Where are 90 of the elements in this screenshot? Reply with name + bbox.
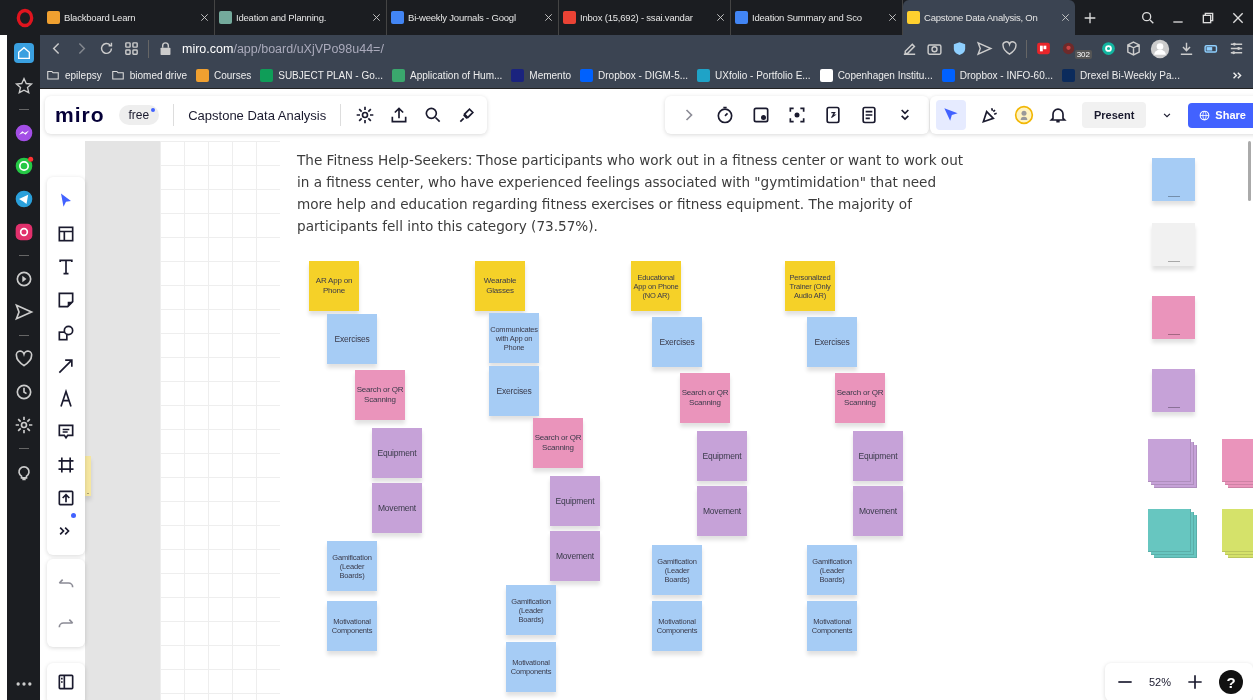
cube-icon[interactable]: [1125, 40, 1142, 57]
sticky-note[interactable]: Search or QR Scanning: [533, 418, 583, 468]
description-text: The Fitness Help-Seekers: Those participants who work out in a fitness center or want to work out in a fitness center, who have experienced feelings associated with "gymtimidation" that need more help and education regarding fitness exercises or fitness equipment. The majority of participants fell into this category (73.57%).: [297, 151, 965, 236]
plan-badge[interactable]: free: [118, 105, 160, 125]
sticky-note[interactable]: Equipment: [372, 428, 422, 478]
bell-icon[interactable]: [1048, 105, 1068, 125]
bookmark[interactable]: SUBJECT PLAN - Go...: [260, 68, 384, 82]
send-icon[interactable]: [13, 302, 34, 322]
comment-icon[interactable]: [56, 422, 76, 442]
upload-icon[interactable]: [56, 488, 76, 508]
focus-icon[interactable]: [787, 105, 807, 125]
cursor-icon[interactable]: [936, 100, 966, 130]
close-icon[interactable]: [715, 12, 726, 23]
telegram-icon[interactable]: [13, 189, 34, 209]
bookmark[interactable]: Courses: [195, 68, 252, 82]
star-icon[interactable]: [13, 76, 34, 96]
sticky-note-stack[interactable]: [1148, 509, 1197, 558]
board-title[interactable]: Capstone Data Analysis: [188, 107, 327, 123]
share-button[interactable]: Share: [1188, 102, 1253, 128]
close-icon[interactable]: [543, 12, 554, 23]
card-icon[interactable]: [751, 105, 771, 125]
sticky-note[interactable]: Movement: [697, 486, 747, 536]
sticky-note[interactable]: Search or QR Scanning: [835, 373, 885, 423]
timer-icon[interactable]: [715, 105, 735, 125]
bookmark[interactable]: epilepsy: [46, 68, 102, 82]
sticky-note[interactable]: Wearable Glasses: [475, 261, 525, 311]
whatsapp-icon[interactable]: [13, 156, 34, 176]
folder-icon: [110, 68, 125, 82]
download-icon[interactable]: [1178, 40, 1195, 57]
sticky-note[interactable]: Exercises: [327, 314, 377, 364]
browser-tab[interactable]: Capstone Data Analysis, On: [903, 0, 1075, 35]
sticky-note[interactable]: Equipment: [853, 431, 903, 481]
heart-icon[interactable]: [13, 349, 34, 369]
opera-logo-icon[interactable]: [15, 7, 35, 28]
bookmark[interactable]: Dropbox - INFO-60...: [941, 68, 1054, 82]
sticky-note[interactable]: Exercises: [807, 317, 857, 367]
settings-icon[interactable]: [1228, 40, 1245, 57]
shapes-icon[interactable]: [56, 323, 76, 343]
extension-badge[interactable]: 302: [1074, 50, 1092, 59]
notes-icon[interactable]: [859, 105, 879, 125]
help-button[interactable]: ?: [1219, 670, 1243, 694]
folder-icon: [46, 68, 60, 82]
globe-icon: [1198, 108, 1212, 122]
avatar-icon[interactable]: [1150, 38, 1170, 59]
miro-logo[interactable]: miro: [55, 103, 105, 127]
grid-icon[interactable]: [123, 40, 140, 57]
extension-icon[interactable]: [1100, 40, 1117, 57]
sticky-note[interactable]: Movement: [853, 486, 903, 536]
layout-icon[interactable]: [56, 224, 76, 244]
settings-icon[interactable]: [355, 105, 376, 125]
bookmark[interactable]: Application of Hum...: [392, 68, 503, 82]
sticky-note[interactable]: Equipment: [550, 476, 600, 526]
sticky-note-icon[interactable]: [56, 290, 76, 310]
extension-icon[interactable]: [1034, 40, 1052, 57]
messenger-icon[interactable]: [13, 123, 34, 143]
sticky-note[interactable]: Exercises: [652, 317, 702, 367]
frame-icon[interactable]: [56, 455, 76, 475]
bookmark[interactable]: biomed drive: [110, 68, 187, 82]
sticky-note[interactable]: Exercises: [489, 366, 539, 416]
arrow-icon[interactable]: [56, 356, 76, 376]
close-icon[interactable]: [371, 12, 382, 23]
reload-icon[interactable]: [98, 40, 115, 57]
send-icon[interactable]: [975, 40, 993, 57]
present-button[interactable]: Present: [1082, 102, 1147, 128]
sticky-note[interactable]: Movement: [372, 483, 422, 533]
close-icon[interactable]: [199, 12, 210, 23]
instagram-icon[interactable]: [13, 222, 34, 242]
sticky-note[interactable]: Equipment: [697, 431, 747, 481]
sticky-note[interactable]: Search or QR Scanning: [355, 370, 405, 420]
bookmark[interactable]: Drexel Bi-Weekly Pa...: [1062, 68, 1180, 82]
sticky-note[interactable]: Movement: [550, 531, 600, 581]
search-icon[interactable]: [1140, 9, 1156, 26]
bookmark[interactable]: Memento: [511, 68, 571, 82]
address-field[interactable]: miro.com/app/board/uXjVPo98u44=/: [182, 41, 893, 56]
close-icon[interactable]: [1060, 12, 1071, 23]
heart-icon[interactable]: [1000, 40, 1018, 57]
home-icon[interactable]: [13, 43, 34, 63]
close-icon[interactable]: [887, 12, 898, 23]
zoom-in-icon[interactable]: [1185, 672, 1205, 692]
text-icon[interactable]: [56, 257, 76, 277]
sticky-note[interactable]: AR App on Phone: [309, 261, 359, 311]
bookmark[interactable]: Dropbox - DIGM-5...: [580, 68, 689, 82]
party-icon[interactable]: [980, 105, 1000, 125]
sticky-note[interactable]: Search or QR Scanning: [680, 373, 730, 423]
upload-icon[interactable]: [389, 105, 410, 125]
bookmark[interactable]: Copenhagen Institu...: [819, 68, 933, 82]
panel-icon[interactable]: [56, 672, 76, 692]
bookmark[interactable]: UXfolio - Portfolio E...: [697, 68, 811, 82]
zoom-level[interactable]: 52%: [1148, 676, 1171, 688]
sticky-note-stack[interactable]: [1148, 439, 1197, 488]
